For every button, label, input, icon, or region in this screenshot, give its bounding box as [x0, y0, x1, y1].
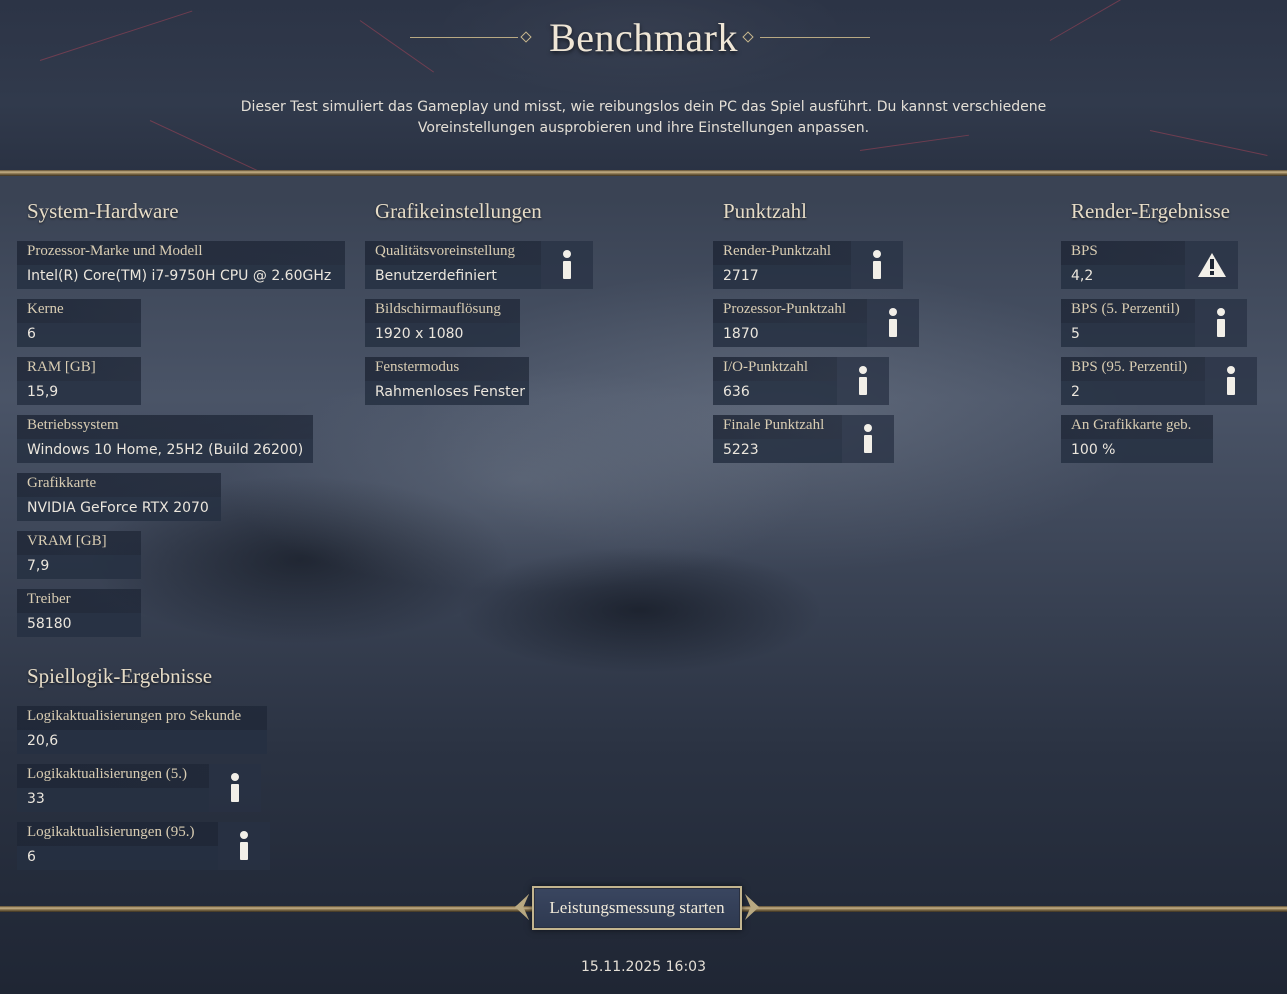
field-label: Prozessor-Punktzahl	[713, 299, 867, 323]
section-title-game-logic: Spiellogik-Ergebnisse	[27, 664, 213, 688]
field-label: Logikaktualisierungen (95.)	[17, 822, 218, 846]
section-title-score: Punktzahl	[723, 199, 807, 223]
field-value: Rahmenloses Fenster	[365, 381, 529, 405]
field-label: BPS (5. Perzentil)	[1061, 299, 1195, 323]
field-label: I/O-Punktzahl	[713, 357, 837, 381]
field-label: Render-Punktzahl	[713, 241, 851, 265]
field-value: Benutzerdefiniert	[365, 265, 541, 289]
field-value: 7,9	[17, 555, 141, 579]
info-button[interactable]	[837, 357, 889, 405]
info-icon	[230, 773, 240, 803]
info-button[interactable]	[541, 241, 593, 289]
field-value: 58180	[17, 613, 141, 637]
info-button[interactable]	[1205, 357, 1257, 405]
field-label: Logikaktualisierungen pro Sekunde	[17, 706, 267, 730]
info-icon	[872, 250, 882, 280]
section-title-render-results: Render-Ergebnisse	[1071, 199, 1230, 223]
field-label: Fenstermodus	[365, 357, 529, 381]
field-value: Intel(R) Core(TM) i7-9750H CPU @ 2.60GHz	[17, 265, 345, 289]
field-label: Logikaktualisierungen (5.)	[17, 764, 209, 788]
field-label: Treiber	[17, 589, 141, 613]
section-title-system-hardware: System-Hardware	[27, 199, 179, 223]
header: Benchmark	[0, 14, 1287, 62]
info-button[interactable]	[209, 764, 261, 812]
info-icon	[888, 308, 898, 338]
header-divider	[0, 170, 1287, 176]
field-value: 33	[17, 788, 209, 812]
info-icon	[239, 831, 249, 861]
warning-button[interactable]	[1185, 241, 1238, 289]
field-label: VRAM [GB]	[17, 531, 141, 555]
field-value: 636	[713, 381, 837, 405]
field-label: Kerne	[17, 299, 141, 323]
field-value: 2	[1061, 381, 1205, 405]
info-button[interactable]	[851, 241, 903, 289]
field-label: RAM [GB]	[17, 357, 141, 381]
field-value: 15,9	[17, 381, 141, 405]
start-benchmark-button[interactable]: Leistungsmessung starten	[532, 886, 742, 930]
info-button[interactable]	[842, 415, 894, 463]
field-value: Windows 10 Home, 25H2 (Build 26200)	[17, 439, 313, 463]
field-label: BPS (95. Perzentil)	[1061, 357, 1205, 381]
field-label: Bildschirmauflösung	[365, 299, 520, 323]
field-value: 2717	[713, 265, 851, 289]
field-label: Finale Punktzahl	[713, 415, 842, 439]
field-value: 5	[1061, 323, 1195, 347]
field-label: An Grafikkarte geb.	[1061, 415, 1213, 439]
field-value: 1920 x 1080	[365, 323, 520, 347]
timestamp: 15.11.2025 16:03	[581, 959, 706, 975]
field-label: Qualitätsvoreinstellung	[365, 241, 541, 265]
description-line: Dieser Test simuliert das Gameplay und m…	[240, 99, 1047, 115]
page-title: Benchmark	[549, 15, 738, 60]
field-value: 4,2	[1061, 265, 1185, 289]
field-value: 100 %	[1061, 439, 1213, 463]
field-value: NVIDIA GeForce RTX 2070	[17, 497, 221, 521]
info-button[interactable]	[218, 822, 270, 870]
field-label: Grafikkarte	[17, 473, 221, 497]
title-ornament-left	[410, 37, 518, 38]
warning-icon	[1197, 253, 1226, 277]
description-line: Voreinstellungen ausprobieren und ihre E…	[417, 120, 870, 136]
field-label: Betriebssystem	[17, 415, 313, 439]
info-button[interactable]	[1195, 299, 1247, 347]
field-value: 6	[17, 323, 141, 347]
field-label: BPS	[1061, 241, 1185, 265]
info-icon	[858, 366, 868, 396]
info-icon	[863, 424, 873, 454]
info-button[interactable]	[867, 299, 919, 347]
section-title-graphics-settings: Grafikeinstellungen	[375, 199, 542, 223]
info-icon	[1226, 366, 1236, 396]
title-ornament-right	[760, 37, 870, 38]
page-description: Dieser Test simuliert das Gameplay und m…	[240, 97, 1047, 139]
field-value: 20,6	[17, 730, 267, 754]
field-label: Prozessor-Marke und Modell	[17, 241, 345, 265]
info-icon	[1216, 308, 1226, 338]
field-value: 5223	[713, 439, 842, 463]
field-value: 1870	[713, 323, 867, 347]
info-icon	[562, 250, 572, 280]
field-value: 6	[17, 846, 218, 870]
